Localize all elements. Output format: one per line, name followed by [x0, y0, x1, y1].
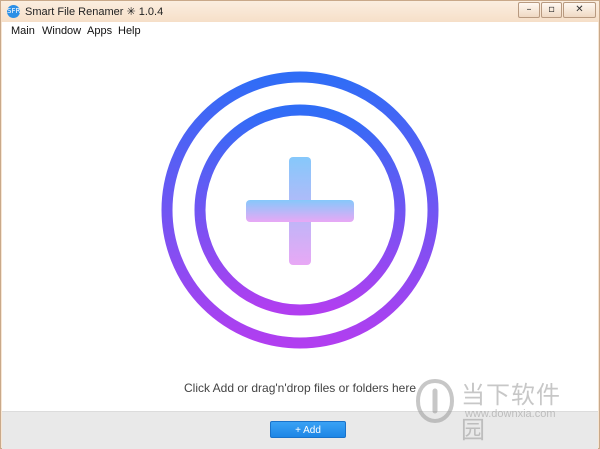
menu-bar: Main Window Apps Help — [2, 22, 598, 40]
app-window: SFR Smart File Renamer ✳ 1.0.4 – ▫ ✕ Mai… — [0, 0, 600, 449]
title-bar[interactable]: SFR Smart File Renamer ✳ 1.0.4 – ▫ ✕ — [1, 1, 599, 22]
restore-button[interactable]: ▫ — [541, 2, 562, 18]
watermark: 当下软件园 www.downxia.com — [415, 375, 585, 444]
menu-window[interactable]: Window — [42, 25, 81, 37]
watermark-url: www.downxia.com — [465, 408, 556, 420]
app-icon: SFR — [7, 5, 20, 18]
menu-main[interactable]: Main — [11, 25, 35, 37]
close-button[interactable]: ✕ — [563, 2, 596, 18]
watermark-logo-icon — [415, 378, 455, 424]
minimize-button[interactable]: – — [518, 2, 540, 18]
window-title: Smart File Renamer ✳ 1.0.4 — [25, 6, 164, 18]
menu-help[interactable]: Help — [118, 25, 141, 37]
add-files-graphic[interactable] — [2, 40, 598, 411]
add-button[interactable]: + Add — [270, 421, 346, 438]
drop-zone[interactable]: Click Add or drag'n'drop files or folder… — [2, 40, 598, 411]
plus-icon — [246, 157, 354, 265]
menu-apps[interactable]: Apps — [87, 25, 112, 37]
